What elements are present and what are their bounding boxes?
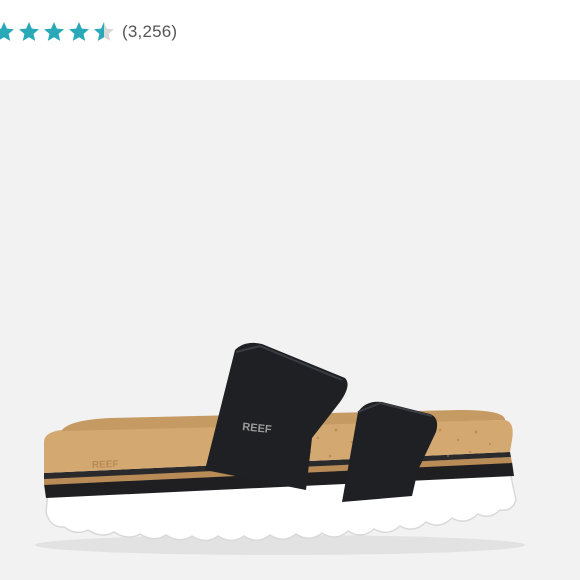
sandal-image: REEF REEF: [35, 342, 525, 555]
rating-bar: (3,256): [0, 0, 580, 80]
star-half-icon: [94, 22, 114, 41]
star-icon: [19, 22, 39, 41]
star-icon: [44, 22, 64, 41]
review-count[interactable]: (3,256): [122, 22, 177, 42]
star-icon: [69, 22, 89, 41]
star-icon: [0, 22, 14, 41]
heel-logo: REEF: [92, 459, 119, 471]
product-image[interactable]: REEF REEF: [0, 80, 580, 580]
star-rating[interactable]: [0, 20, 116, 44]
